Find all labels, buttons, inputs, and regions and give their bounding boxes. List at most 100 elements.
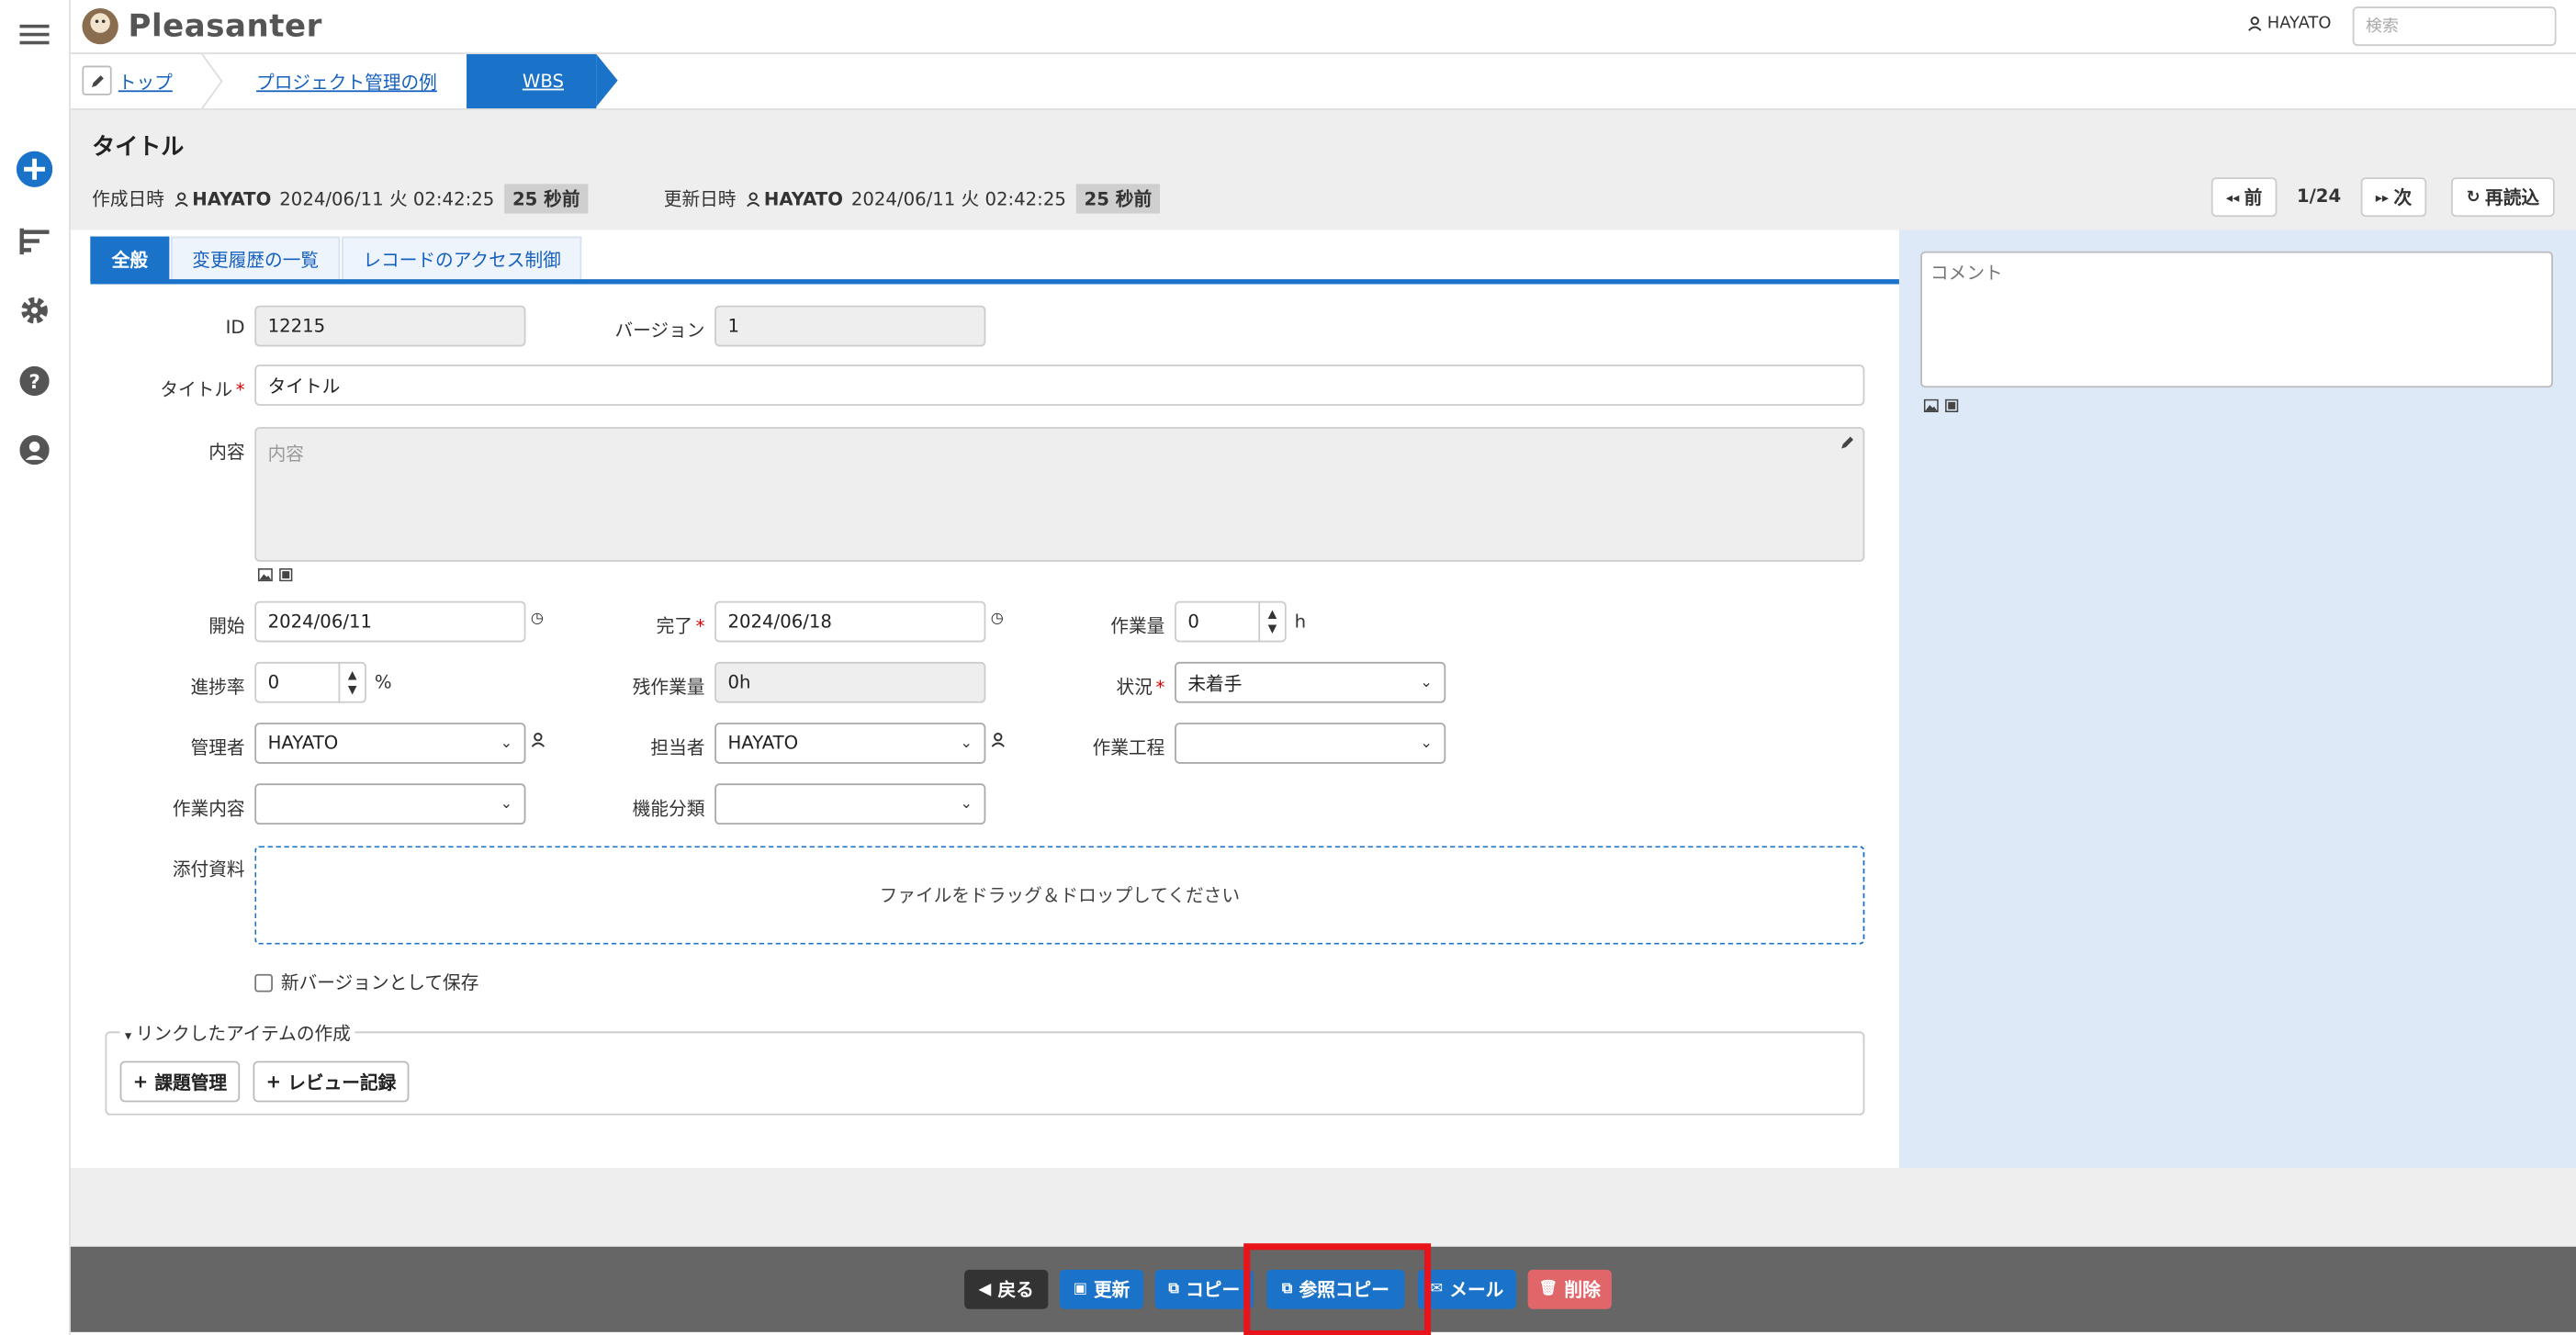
breadcrumb-item-project[interactable]: プロジェクト管理の例 (256, 54, 437, 108)
body-label: 内容 (208, 442, 245, 464)
back-circle-icon: ◀ (978, 1280, 992, 1299)
user-account-icon[interactable] (17, 432, 52, 467)
user-icon (174, 191, 188, 207)
current-user[interactable]: HAYATO (2247, 15, 2331, 33)
owner-value: HAYATO (727, 732, 799, 755)
owner-select[interactable]: HAYATO ⌄ (714, 723, 986, 764)
update-button[interactable]: ▣ 更新 (1059, 1269, 1144, 1309)
reload-button[interactable]: ↻ 再読込 (2451, 177, 2555, 218)
app-root: ? Pleasanter HAYATO トップ プロジェクト管理の例 WBS タ… (0, 0, 2576, 1335)
owner-label: 担当者 (650, 737, 705, 759)
back-button[interactable]: ◀ 戻る (964, 1269, 1049, 1309)
save-icon: ▣ (1073, 1281, 1087, 1298)
breadcrumb-separator-icon (201, 54, 223, 109)
created-by[interactable]: HAYATO (174, 187, 272, 210)
plus-icon: + (265, 1071, 282, 1093)
plus-icon: + (132, 1071, 149, 1093)
progress-label: 進捗率 (190, 677, 245, 699)
hamburger-menu-icon[interactable] (17, 17, 52, 52)
add-new-icon[interactable] (16, 151, 53, 187)
process-label: 作業工程 (1092, 737, 1165, 759)
workload-label: 作業量 (1110, 615, 1165, 638)
breadcrumb-item-wbs[interactable]: WBS (467, 54, 619, 109)
version-label: バージョン (614, 320, 705, 342)
tab-access-control[interactable]: レコードのアクセス制御 (342, 236, 583, 281)
tab-bar: 全般 変更履歴の一覧 レコードのアクセス制御 (90, 236, 583, 281)
complete-date-field[interactable]: 2024/06/18 (714, 600, 986, 643)
updated-by[interactable]: HAYATO (746, 188, 843, 209)
record-meta: 作成日時 HAYATO 2024/06/11 火 02:42:25 25 秒前 … (92, 184, 1161, 214)
logo-icon (82, 7, 118, 45)
updated-ago-badge: 25 秒前 (1075, 184, 1161, 214)
created-ago-badge: 25 秒前 (503, 184, 589, 214)
updated-at: 2024/06/11 火 02:42:25 (850, 188, 1066, 210)
manager-select[interactable]: HAYATO ⌄ (254, 723, 526, 764)
image-icon[interactable] (1923, 398, 1939, 413)
tab-underline (90, 279, 1899, 285)
mail-button[interactable]: ✉ メール (1417, 1269, 1517, 1309)
caret-down-icon: ▾ (124, 1027, 136, 1043)
edit-site-icon[interactable] (82, 65, 112, 95)
work-content-label: 作業内容 (172, 798, 245, 820)
clock-icon[interactable]: ◷ (991, 611, 1004, 627)
top-header: Pleasanter HAYATO (70, 0, 2576, 55)
work-content-select[interactable]: ⌄ (254, 783, 526, 825)
function-select[interactable]: ⌄ (714, 783, 986, 825)
updated-by-name: HAYATO (763, 187, 843, 210)
manager-label: 管理者 (190, 737, 245, 759)
create-issue-button[interactable]: + 課題管理 (119, 1060, 241, 1103)
checkbox[interactable] (254, 972, 273, 992)
start-date-field[interactable]: 2024/06/11 (254, 600, 526, 643)
version-field: 1 (714, 305, 986, 347)
next-button[interactable]: ▸▸ 次 (2360, 177, 2427, 218)
process-select[interactable]: ⌄ (1175, 723, 1446, 764)
user-icon[interactable] (531, 733, 546, 747)
prev-button[interactable]: ◂◂ 前 (2210, 177, 2278, 218)
prev-icon: ◂◂ (2225, 189, 2240, 205)
gear-icon[interactable] (17, 292, 52, 328)
new-version-checkbox[interactable]: 新バージョンとして保存 (254, 969, 478, 995)
file-dropzone[interactable]: ファイルをドラッグ＆ドロップしてください (254, 846, 1865, 945)
help-icon[interactable]: ? (17, 363, 52, 398)
app-logo[interactable]: Pleasanter (81, 5, 322, 48)
comment-input[interactable] (1920, 251, 2553, 388)
user-icon (747, 191, 760, 207)
create-review-button[interactable]: + レビュー記録 (253, 1060, 410, 1103)
linked-items-legend[interactable]: ▾ リンクしたアイテムの作成 (119, 1019, 356, 1047)
attachment-icon[interactable] (279, 567, 293, 582)
delete-button[interactable]: 🗑 削除 (1527, 1269, 1612, 1309)
id-field: 12215 (254, 305, 526, 347)
highlight-box (1243, 1243, 1432, 1335)
tab-general[interactable]: 全般 (90, 236, 170, 281)
app-name: Pleasanter (128, 7, 322, 45)
search-input[interactable] (2352, 6, 2557, 47)
chevron-down-icon: ⌄ (1420, 735, 1433, 752)
title-field[interactable]: タイトル (254, 365, 1865, 406)
comment-panel (1898, 230, 2576, 1168)
status-select[interactable]: 未着手 ⌄ (1175, 661, 1446, 703)
created-by-name: HAYATO (192, 187, 272, 210)
copy-button[interactable]: ⧉ コピー (1154, 1269, 1254, 1309)
edit-pencil-icon[interactable] (1840, 433, 1855, 454)
svg-text:?: ? (28, 371, 39, 394)
left-rail: ? (0, 0, 71, 1335)
tab-history[interactable]: 変更履歴の一覧 (171, 236, 341, 281)
page-title: タイトル (92, 134, 185, 162)
prev-label: 前 (2244, 186, 2263, 209)
progress-stepper[interactable]: ▲ ▼ (338, 661, 366, 703)
reload-icon: ↻ (2466, 187, 2480, 207)
attachment-icon[interactable] (1945, 398, 1959, 413)
remaining-field: 0h (714, 661, 986, 703)
record-form: 全般 変更履歴の一覧 レコードのアクセス制御 ID 12215 バージョン 1 … (70, 230, 1899, 1168)
body-field[interactable]: 内容 (254, 427, 1865, 562)
user-icon[interactable] (991, 733, 1006, 747)
start-label: 開始 (208, 615, 245, 638)
workload-stepper[interactable]: ▲ ▼ (1258, 600, 1285, 643)
clock-icon[interactable]: ◷ (531, 611, 544, 627)
list-view-icon[interactable] (17, 223, 52, 259)
complete-label: 完了 * (656, 615, 705, 638)
progress-unit: % (374, 671, 392, 693)
breadcrumb-item-top[interactable]: トップ (118, 54, 173, 108)
body-attach-icons (257, 567, 293, 582)
image-icon[interactable] (257, 567, 273, 582)
